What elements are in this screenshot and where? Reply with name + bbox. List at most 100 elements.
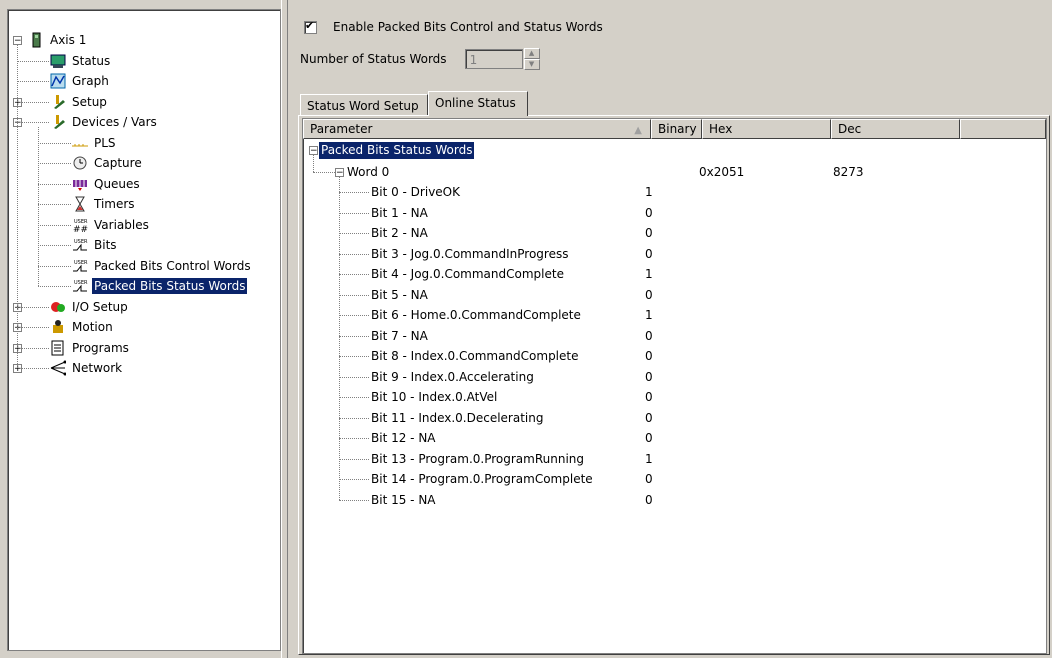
tree-connector (339, 376, 369, 378)
number-of-status-words-input[interactable]: 1 (464, 49, 523, 69)
bit-binary-value: 0 (645, 349, 653, 363)
tree-connector (38, 163, 71, 164)
devices-tools-icon (50, 114, 66, 130)
bit-binary-value: 0 (645, 328, 653, 343)
bit-row-label[interactable]: Bit 10 - Index.0.AtVel (371, 387, 497, 407)
tree-item-devices-vars[interactable]: Devices / Vars (50, 113, 159, 131)
graph-icon (50, 73, 66, 89)
tree-connector (339, 356, 369, 357)
tree-item-timers[interactable]: Timers (72, 195, 137, 213)
column-header-hex[interactable]: Hex (702, 119, 831, 139)
bit-row-label[interactable]: Bit 2 - NA (371, 223, 428, 243)
bit-row-label[interactable]: Bit 15 - NA (371, 490, 436, 510)
tree-item-queues[interactable]: Queues (72, 175, 142, 193)
tree-item-motion[interactable]: Motion (50, 318, 115, 336)
column-header-dec[interactable]: Dec (831, 119, 960, 139)
tree-item-status[interactable]: Status (50, 52, 112, 70)
tree-item-capture[interactable]: Capture (72, 154, 144, 172)
tree-connector (17, 45, 18, 368)
column-header-parameter[interactable]: Parameter ▲ (303, 119, 651, 139)
spin-down-icon[interactable]: ▼ (523, 59, 540, 70)
status-monitor-icon (50, 53, 66, 69)
enable-packed-bits-label: Enable Packed Bits Control and Status Wo… (333, 20, 603, 34)
tree-item-axis-1[interactable]: Axis 1 (28, 31, 88, 49)
tree-item-bits[interactable]: USER Bits (72, 236, 119, 254)
tree-connector (339, 233, 369, 234)
bit-row-label[interactable]: Bit 14 - Program.0.ProgramComplete (371, 469, 593, 489)
tree-connector (38, 265, 71, 267)
spin-up-icon[interactable]: ▲ (523, 48, 540, 59)
bit-row-label[interactable]: Bit 3 - Jog.0.CommandInProgress (371, 244, 568, 264)
app-window: − Axis 1 Status Graph + Setup − Devices / Vars P… (0, 0, 1052, 658)
tab-online-status[interactable]: Online Status (428, 91, 528, 116)
tree-item-label: I/O Setup (72, 299, 128, 314)
bit-row-label[interactable]: Bit 7 - NA (371, 326, 428, 346)
bit-row-label[interactable]: Bit 6 - Home.0.CommandComplete (371, 305, 581, 325)
collapse-icon[interactable]: − (13, 36, 22, 46)
number-of-status-words-label: Number of Status Words (300, 52, 447, 66)
hourglass-icon (72, 196, 88, 212)
tree-item-pls[interactable]: PLS (72, 134, 118, 152)
bit-binary-value: 0 (645, 205, 653, 220)
network-icon (50, 360, 67, 376)
tree-connector (339, 212, 369, 214)
tree-connector (339, 417, 369, 419)
bit-row-label[interactable]: Bit 13 - Program.0.ProgramRunning (371, 449, 584, 469)
group-row-packed-bits-status-words[interactable]: Packed Bits Status Words (319, 142, 475, 159)
bit-row-label[interactable]: Bit 4 - Jog.0.CommandComplete (371, 264, 564, 284)
enable-packed-bits-row[interactable]: Enable Packed Bits Control and Status Wo… (304, 19, 603, 34)
bit-row-label[interactable]: Bit 0 - DriveOK (371, 182, 460, 202)
bit-row-label[interactable]: Bit 12 - NA (371, 428, 436, 448)
collapse-icon[interactable]: − (335, 167, 344, 177)
tree-item-variables[interactable]: USER ## Variables (72, 216, 151, 235)
bit-row-label[interactable]: Bit 5 - NA (371, 285, 428, 305)
online-status-list[interactable]: Parameter ▲ Binary Hex Dec − Packed Bits … (302, 118, 1047, 654)
svg-text:USER: USER (74, 280, 88, 286)
pane-splitter[interactable] (281, 0, 288, 658)
tree-item-graph[interactable]: Graph (50, 72, 111, 90)
tree-item-setup[interactable]: Setup (50, 93, 109, 111)
column-header-binary[interactable]: Binary (651, 119, 702, 139)
clock-icon (72, 155, 88, 171)
tree-connector (339, 499, 369, 501)
tree-connector (313, 171, 335, 173)
tree-item-programs[interactable]: Programs (50, 339, 131, 357)
tree-connector (339, 315, 369, 316)
bit-row-label[interactable]: Bit 1 - NA (371, 203, 428, 223)
tree-item-packed-bits-status-words[interactable]: USER Packed Bits Status Words (72, 277, 248, 295)
bit-binary-value: 0 (645, 226, 653, 240)
bit-binary-value: 1 (645, 308, 653, 322)
number-of-status-words-spinner[interactable]: ▲ ▼ (523, 48, 540, 70)
pls-icon (72, 135, 88, 151)
tree-item-i-o-setup[interactable]: I/O Setup (50, 298, 130, 316)
bit-row-label[interactable]: Bit 9 - Index.0.Accelerating (371, 367, 534, 387)
tree-connector (339, 192, 369, 193)
tree-item-label: PLS (94, 135, 116, 150)
collapse-icon[interactable]: − (309, 146, 318, 156)
navigation-tree[interactable]: − Axis 1 Status Graph + Setup − Devices / Vars P… (7, 9, 281, 651)
bit-row-label[interactable]: Bit 8 - Index.0.CommandComplete (371, 346, 579, 366)
motion-icon (50, 319, 66, 335)
tree-item-label: Variables (94, 217, 149, 232)
svg-text:##: ## (73, 225, 88, 233)
enable-packed-bits-checkbox[interactable] (304, 19, 317, 34)
tree-connector (38, 204, 71, 205)
bit-binary-value: 0 (645, 492, 653, 507)
bit-row-label[interactable]: Bit 11 - Index.0.Decelerating (371, 408, 543, 428)
tree-connector (17, 81, 49, 82)
bit-binary-value: 0 (645, 472, 653, 486)
tree-connector (339, 274, 369, 275)
word-hex-value: 0x2051 (699, 164, 745, 179)
tab-status-word-setup[interactable]: Status Word Setup (300, 94, 428, 116)
tree-item-label: Setup (72, 94, 107, 109)
tree-item-network[interactable]: Network (50, 359, 124, 377)
bit-binary-value: 0 (645, 431, 653, 445)
tree-connector (339, 438, 369, 439)
number-of-status-words-row: Number of Status Words 1 ▲ ▼ (300, 48, 540, 70)
word-row-label[interactable]: Word 0 (347, 162, 389, 182)
sort-ascending-icon: ▲ (634, 125, 642, 136)
tree-connector (17, 60, 49, 62)
tree-item-packed-bits-control-words[interactable]: USER Packed Bits Control Words (72, 257, 253, 275)
programs-icon (50, 340, 66, 356)
tree-item-label: Packed Bits Control Words (94, 258, 251, 273)
